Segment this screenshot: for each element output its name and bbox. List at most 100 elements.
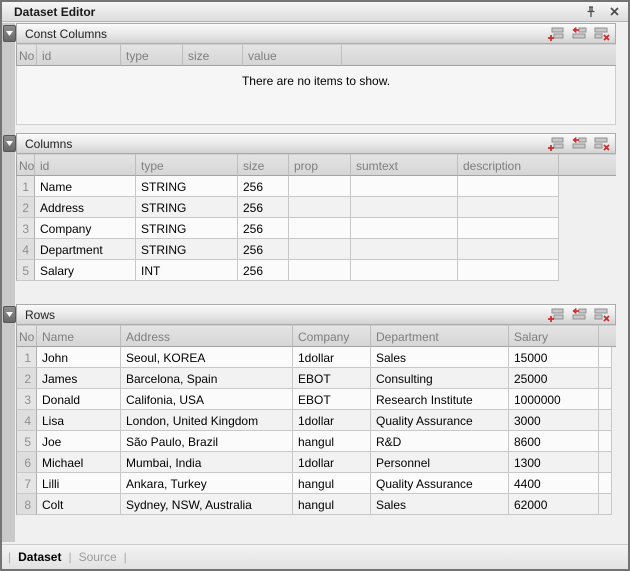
- cell[interactable]: Salary: [35, 260, 136, 281]
- tab-dataset[interactable]: Dataset: [18, 550, 61, 564]
- cell[interactable]: Quality Assurance: [371, 410, 509, 431]
- cell[interactable]: EBOT: [293, 368, 371, 389]
- cell[interactable]: STRING: [136, 197, 238, 218]
- cell[interactable]: hangul: [293, 431, 371, 452]
- cell[interactable]: [458, 197, 559, 218]
- cell[interactable]: Company: [35, 218, 136, 239]
- insert-row-button[interactable]: [570, 26, 588, 42]
- cell[interactable]: 8600: [509, 431, 599, 452]
- column-header[interactable]: type: [121, 44, 183, 66]
- cell[interactable]: 1dollar: [293, 347, 371, 368]
- collapse-section-button[interactable]: [3, 306, 16, 323]
- row-number-cell[interactable]: 8: [16, 494, 37, 515]
- row-number-cell[interactable]: 3: [16, 218, 35, 239]
- cell[interactable]: Ankara, Turkey: [121, 473, 293, 494]
- cell[interactable]: 15000: [509, 347, 599, 368]
- column-header[interactable]: Address: [121, 325, 293, 347]
- column-header[interactable]: No: [16, 325, 37, 347]
- cell[interactable]: [289, 176, 351, 197]
- delete-row-button[interactable]: [593, 307, 611, 323]
- cell[interactable]: 1dollar: [293, 452, 371, 473]
- collapse-section-button[interactable]: [3, 135, 16, 152]
- cell[interactable]: Lilli: [37, 473, 121, 494]
- delete-row-button[interactable]: [593, 26, 611, 42]
- insert-row-button[interactable]: [570, 307, 588, 323]
- cell[interactable]: James: [37, 368, 121, 389]
- row-number-cell[interactable]: 3: [16, 389, 37, 410]
- add-row-button[interactable]: [547, 307, 565, 323]
- cell[interactable]: Sales: [371, 494, 509, 515]
- cell[interactable]: Lisa: [37, 410, 121, 431]
- cell[interactable]: R&D: [371, 431, 509, 452]
- close-button[interactable]: [607, 5, 621, 19]
- cell[interactable]: [351, 239, 458, 260]
- cell[interactable]: 256: [238, 260, 289, 281]
- cell[interactable]: 256: [238, 197, 289, 218]
- cell[interactable]: 1300: [509, 452, 599, 473]
- cell[interactable]: EBOT: [293, 389, 371, 410]
- cell[interactable]: INT: [136, 260, 238, 281]
- cell[interactable]: Name: [35, 176, 136, 197]
- column-header[interactable]: id: [35, 154, 136, 176]
- cell[interactable]: [458, 239, 559, 260]
- cell[interactable]: Personnel: [371, 452, 509, 473]
- cell[interactable]: 25000: [509, 368, 599, 389]
- cell[interactable]: Michael: [37, 452, 121, 473]
- cell[interactable]: 62000: [509, 494, 599, 515]
- cell[interactable]: [289, 260, 351, 281]
- add-row-button[interactable]: [547, 136, 565, 152]
- cell[interactable]: 1dollar: [293, 410, 371, 431]
- row-number-cell[interactable]: 4: [16, 239, 35, 260]
- cell[interactable]: [289, 239, 351, 260]
- cell[interactable]: 256: [238, 218, 289, 239]
- cell[interactable]: Quality Assurance: [371, 473, 509, 494]
- cell[interactable]: [351, 218, 458, 239]
- cell[interactable]: [351, 197, 458, 218]
- cell[interactable]: 3000: [509, 410, 599, 431]
- column-header[interactable]: Department: [371, 325, 509, 347]
- cell[interactable]: [351, 176, 458, 197]
- delete-row-button[interactable]: [593, 136, 611, 152]
- row-number-cell[interactable]: 5: [16, 260, 35, 281]
- cell[interactable]: 4400: [509, 473, 599, 494]
- cell[interactable]: 256: [238, 239, 289, 260]
- insert-row-button[interactable]: [570, 136, 588, 152]
- column-header[interactable]: size: [183, 44, 243, 66]
- column-header[interactable]: No: [16, 44, 37, 66]
- cell[interactable]: hangul: [293, 473, 371, 494]
- cell[interactable]: Colt: [37, 494, 121, 515]
- cell[interactable]: Seoul, KOREA: [121, 347, 293, 368]
- row-number-cell[interactable]: 7: [16, 473, 37, 494]
- column-header[interactable]: Name: [37, 325, 121, 347]
- cell[interactable]: Department: [35, 239, 136, 260]
- cell[interactable]: 1000000: [509, 389, 599, 410]
- cell[interactable]: [458, 176, 559, 197]
- cell[interactable]: STRING: [136, 176, 238, 197]
- row-number-cell[interactable]: 2: [16, 368, 37, 389]
- column-header[interactable]: No: [16, 154, 35, 176]
- row-number-cell[interactable]: 6: [16, 452, 37, 473]
- cell[interactable]: John: [37, 347, 121, 368]
- cell[interactable]: London, United Kingdom: [121, 410, 293, 431]
- cell[interactable]: hangul: [293, 494, 371, 515]
- cell[interactable]: STRING: [136, 218, 238, 239]
- collapse-section-button[interactable]: [3, 25, 16, 42]
- column-header[interactable]: size: [238, 154, 289, 176]
- cell[interactable]: São Paulo, Brazil: [121, 431, 293, 452]
- column-header[interactable]: description: [458, 154, 559, 176]
- cell[interactable]: Sydney, NSW, Australia: [121, 494, 293, 515]
- column-header[interactable]: id: [37, 44, 121, 66]
- cell[interactable]: Joe: [37, 431, 121, 452]
- cell[interactable]: Consulting: [371, 368, 509, 389]
- cell[interactable]: [458, 218, 559, 239]
- row-number-cell[interactable]: 4: [16, 410, 37, 431]
- cell[interactable]: Califonia, USA: [121, 389, 293, 410]
- tab-source[interactable]: Source: [79, 550, 117, 564]
- cell[interactable]: 256: [238, 176, 289, 197]
- row-number-cell[interactable]: 1: [16, 347, 37, 368]
- cell[interactable]: Mumbai, India: [121, 452, 293, 473]
- cell[interactable]: [289, 197, 351, 218]
- row-number-cell[interactable]: 5: [16, 431, 37, 452]
- column-header[interactable]: Salary: [509, 325, 599, 347]
- add-row-button[interactable]: [547, 26, 565, 42]
